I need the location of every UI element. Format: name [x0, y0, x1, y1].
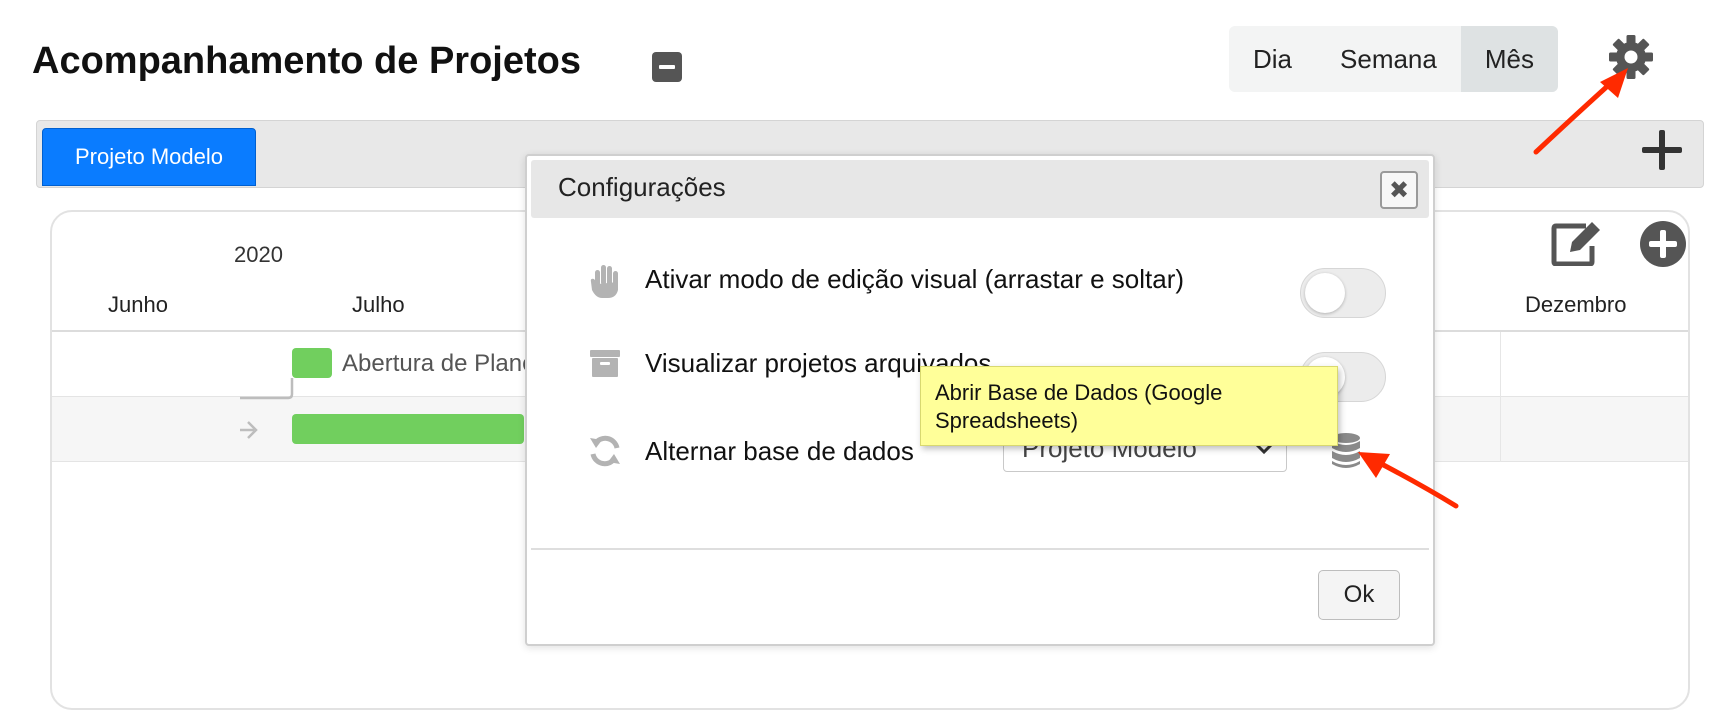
- ok-button[interactable]: Ok: [1318, 570, 1400, 620]
- edit-icon[interactable]: [1550, 218, 1602, 266]
- archive-icon: [590, 350, 620, 377]
- year-label: 2020: [234, 242, 283, 267]
- task-label: Abertura de Plane: [342, 350, 536, 377]
- refresh-icon: [590, 435, 620, 467]
- annotation-arrow-icon: [1358, 452, 1459, 509]
- view-day-button[interactable]: Dia: [1229, 26, 1316, 92]
- tab-projeto-modelo[interactable]: Projeto Modelo: [42, 128, 256, 186]
- add-task-icon[interactable]: [1640, 221, 1686, 267]
- gantt-column-divider: [1500, 332, 1501, 462]
- month-label-dezembro: Dezembro: [1525, 292, 1627, 317]
- month-label-junho: Junho: [108, 292, 168, 317]
- dependency-arrow-icon: [240, 378, 294, 439]
- modal-footer-divider: [531, 548, 1429, 550]
- annotation-arrow-icon: [1533, 68, 1628, 155]
- collapse-icon[interactable]: [652, 52, 682, 82]
- option-label-database: Alternar base de dados: [645, 436, 914, 466]
- database-tooltip: Abrir Base de Dados (Google Spreadsheets…: [920, 366, 1338, 446]
- modal-title: Configurações: [558, 172, 726, 202]
- task-milestone[interactable]: [292, 348, 332, 378]
- option-label-visual-edit: Ativar modo de edição visual (arrastar e…: [645, 264, 1185, 294]
- close-icon[interactable]: ✖: [1380, 171, 1418, 209]
- visual-edit-toggle[interactable]: [1300, 268, 1386, 318]
- view-week-button[interactable]: Semana: [1316, 26, 1461, 92]
- month-label-julho: Julho: [352, 292, 405, 317]
- hand-icon: [590, 265, 618, 298]
- task-bar[interactable]: [292, 414, 524, 444]
- view-toggle: Dia Semana Mês: [1229, 26, 1558, 92]
- page-title: Acompanhamento de Projetos: [32, 40, 581, 82]
